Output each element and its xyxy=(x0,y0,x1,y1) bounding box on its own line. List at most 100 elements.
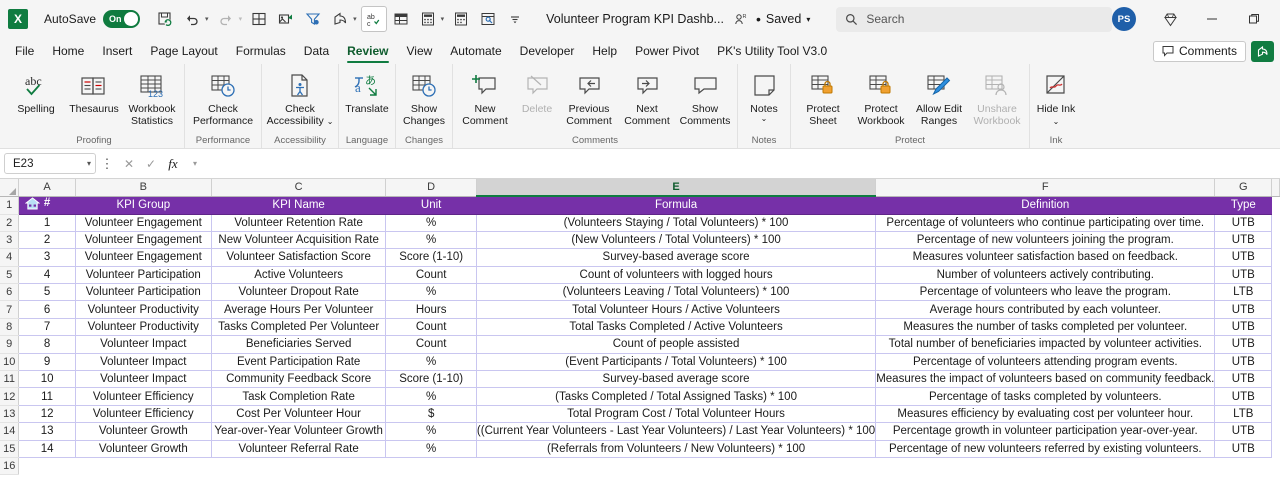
cell-a7[interactable]: 6 xyxy=(18,300,76,319)
column-header-g[interactable]: G xyxy=(1214,179,1273,197)
column-header-d[interactable]: D xyxy=(385,179,477,197)
cell-e4[interactable]: Survey-based average score xyxy=(476,248,877,267)
cell-d16[interactable] xyxy=(385,457,477,475)
confirm-check-icon[interactable]: ✓ xyxy=(140,153,162,175)
cell-e11[interactable]: Survey-based average score xyxy=(476,370,877,389)
cell-h13[interactable] xyxy=(1271,405,1280,423)
cell-e15[interactable]: (Referrals from Volunteers / New Volunte… xyxy=(476,440,877,458)
cell-e8[interactable]: Total Tasks Completed / Active Volunteer… xyxy=(476,318,877,337)
cell-d13[interactable]: $ xyxy=(385,405,477,424)
cell-b10[interactable]: Volunteer Impact xyxy=(75,353,212,372)
row-header-14[interactable]: 14 xyxy=(0,422,20,441)
share-dropdown-icon[interactable]: ▾ xyxy=(353,15,360,23)
home-icon[interactable] xyxy=(25,197,41,213)
cell-g12[interactable]: UTB xyxy=(1214,387,1273,406)
cell-b13[interactable]: Volunteer Efficiency xyxy=(75,405,212,424)
tab-view[interactable]: View xyxy=(398,38,442,64)
cell-g1[interactable]: Type xyxy=(1214,196,1273,215)
cell-e13[interactable]: Total Program Cost / Total Volunteer Hou… xyxy=(476,405,877,424)
cell-e5[interactable]: Count of volunteers with logged hours xyxy=(476,266,877,285)
cell-d2[interactable]: % xyxy=(385,214,477,232)
cell-h4[interactable] xyxy=(1271,248,1280,267)
cell-b7[interactable]: Volunteer Productivity xyxy=(75,300,212,319)
cell-e7[interactable]: Total Volunteer Hours / Active Volunteer… xyxy=(476,300,877,319)
row-header-11[interactable]: 11 xyxy=(0,370,20,389)
new-comment-button[interactable]: New Comment xyxy=(456,67,514,127)
cell-g9[interactable]: UTB xyxy=(1214,335,1273,354)
cell-a3[interactable]: 2 xyxy=(18,231,76,250)
cell-h8[interactable] xyxy=(1271,318,1280,336)
cell-d1[interactable]: Unit xyxy=(385,196,477,215)
premium-diamond-icon[interactable] xyxy=(1150,4,1190,34)
format-table-icon[interactable] xyxy=(388,6,414,32)
calculate-dropdown-icon[interactable]: ▾ xyxy=(441,15,448,23)
row-header-3[interactable]: 3 xyxy=(0,231,20,250)
cell-g6[interactable]: LTB xyxy=(1214,283,1273,302)
customize-qat-icon[interactable] xyxy=(502,6,528,32)
tab-page-layout[interactable]: Page Layout xyxy=(141,38,226,64)
save-icon[interactable] xyxy=(152,6,178,32)
cell-c2[interactable]: Volunteer Retention Rate xyxy=(211,214,387,232)
undo-dropdown-icon[interactable]: ▾ xyxy=(205,15,212,23)
cell-a5[interactable]: 4 xyxy=(18,266,76,285)
tab-home[interactable]: Home xyxy=(43,38,93,64)
cell-b8[interactable]: Volunteer Productivity xyxy=(75,318,212,337)
cell-h9[interactable] xyxy=(1271,335,1280,354)
delete-comment-button[interactable]: Delete xyxy=(514,67,560,115)
tab-pk-utility-tool[interactable]: PK's Utility Tool V3.0 xyxy=(708,38,836,64)
cell-d7[interactable]: Hours xyxy=(385,300,477,319)
cell-c5[interactable]: Active Volunteers xyxy=(211,266,387,285)
cell-b3[interactable]: Volunteer Engagement xyxy=(75,231,212,250)
row-header-13[interactable]: 13 xyxy=(0,405,20,424)
avatar[interactable]: PS xyxy=(1112,7,1136,31)
cell-e6[interactable]: (Volunteers Leaving / Total Volunteers) … xyxy=(476,283,877,302)
spelling-icon[interactable]: ab c xyxy=(360,6,387,32)
calculate-sheet-icon[interactable] xyxy=(448,6,474,32)
cell-b11[interactable]: Volunteer Impact xyxy=(75,370,212,389)
minimize-button[interactable] xyxy=(1192,4,1232,34)
cell-h12[interactable] xyxy=(1271,387,1280,406)
chevron-down-icon[interactable]: ⌄ xyxy=(327,117,334,126)
cell-g10[interactable]: UTB xyxy=(1214,353,1273,372)
redo-icon[interactable] xyxy=(213,6,239,32)
comments-button[interactable]: Comments xyxy=(1152,40,1246,62)
cell-f11[interactable]: Measures the impact of volunteers based … xyxy=(875,370,1216,389)
hide-ink-button[interactable]: Hide Ink ⌄ xyxy=(1033,67,1079,128)
next-comment-button[interactable]: Next Comment xyxy=(618,67,676,127)
previous-comment-button[interactable]: Previous Comment xyxy=(560,67,618,127)
cell-e10[interactable]: (Event Participants / Total Volunteers) … xyxy=(476,353,877,372)
protect-workbook-button[interactable]: Protect Workbook xyxy=(852,67,910,127)
tab-developer[interactable]: Developer xyxy=(511,38,584,64)
name-box-options-icon[interactable]: ⋮ xyxy=(96,153,118,175)
cell-g7[interactable]: UTB xyxy=(1214,300,1273,319)
row-header-6[interactable]: 6 xyxy=(0,283,20,302)
row-header-5[interactable]: 5 xyxy=(0,266,20,285)
cell-g8[interactable]: UTB xyxy=(1214,318,1273,337)
cell-e12[interactable]: (Tasks Completed / Total Assigned Tasks)… xyxy=(476,387,877,406)
chevron-down-icon[interactable]: ⌄ xyxy=(1053,117,1060,126)
cell-c11[interactable]: Community Feedback Score xyxy=(211,370,387,389)
cell-h15[interactable] xyxy=(1271,440,1280,458)
insert-picture-icon[interactable] xyxy=(273,6,299,32)
cell-d11[interactable]: Score (1-10) xyxy=(385,370,477,389)
name-box[interactable]: E23 ▾ xyxy=(4,153,96,174)
cell-c14[interactable]: Year-over-Year Volunteer Growth xyxy=(211,422,387,441)
formula-bar-expand-icon[interactable]: ▾ xyxy=(184,153,206,175)
cell-b14[interactable]: Volunteer Growth xyxy=(75,422,212,441)
cell-e9[interactable]: Count of people assisted xyxy=(476,335,877,354)
cell-f6[interactable]: Percentage of volunteers who leave the p… xyxy=(875,283,1216,302)
insert-function-icon[interactable]: fx xyxy=(162,153,184,175)
cell-c1[interactable]: KPI Name xyxy=(211,196,387,215)
formula-input[interactable] xyxy=(211,153,1276,174)
cell-c6[interactable]: Volunteer Dropout Rate xyxy=(211,283,387,302)
cell-f1[interactable]: Definition xyxy=(875,196,1216,215)
cell-e1[interactable]: Formula xyxy=(476,196,877,215)
cell-e2[interactable]: (Volunteers Staying / Total Volunteers) … xyxy=(476,214,877,232)
cell-a6[interactable]: 5 xyxy=(18,283,76,302)
cell-d3[interactable]: % xyxy=(385,231,477,250)
share-button[interactable] xyxy=(1251,40,1274,62)
cell-a4[interactable]: 3 xyxy=(18,248,76,267)
cell-a9[interactable]: 8 xyxy=(18,335,76,354)
document-title[interactable]: Volunteer Program KPI Dashb... xyxy=(546,12,724,26)
cell-b2[interactable]: Volunteer Engagement xyxy=(75,214,212,232)
